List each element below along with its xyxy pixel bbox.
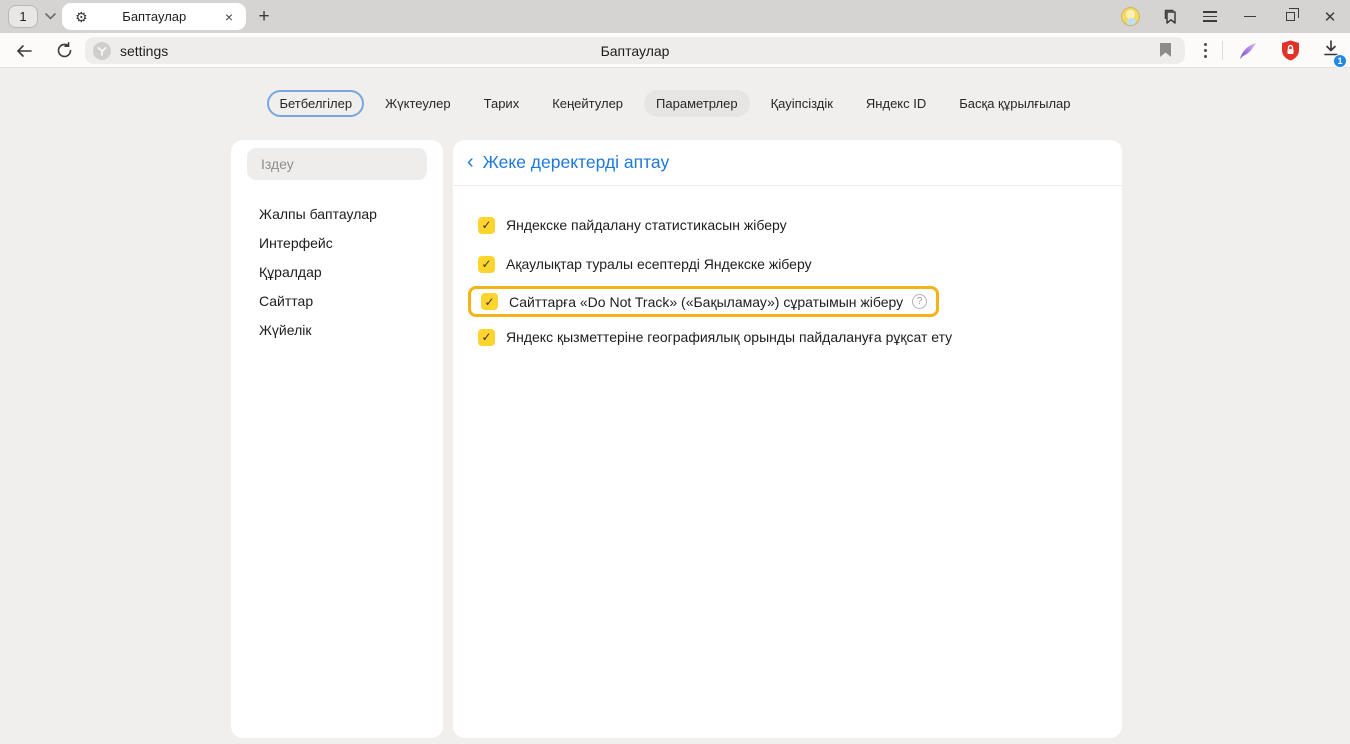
back-button[interactable] — [8, 33, 40, 68]
nav-tab-security[interactable]: Қауіпсіздік — [759, 90, 845, 117]
more-options-button[interactable] — [1191, 33, 1219, 68]
checkbox-usage-stats[interactable]: ✓ — [478, 217, 495, 234]
protect-icon[interactable] — [93, 42, 111, 60]
reload-icon — [56, 42, 73, 59]
sidebar-item-sites[interactable]: Сайттар — [231, 286, 443, 315]
sidebar-list: Жалпы баптаулар Интерфейс Құралдар Сайтт… — [231, 199, 443, 344]
checkbox-row-geolocation: ✓ Яндекс қызметтеріне географиялық орынд… — [453, 323, 1122, 351]
gear-icon: ⚙ — [75, 10, 88, 24]
check-icon: ✓ — [481, 219, 491, 231]
kebab-icon — [1204, 43, 1207, 57]
check-icon: ✓ — [481, 331, 491, 343]
download-badge: 1 — [1333, 54, 1347, 68]
sidebar-item-interface[interactable]: Интерфейс — [231, 228, 443, 257]
tab-title: Баптаулар — [88, 9, 221, 24]
toolbar-divider — [1222, 41, 1223, 60]
nav-tab-history[interactable]: Тарих — [472, 90, 532, 117]
shield-lock-icon — [1281, 40, 1300, 61]
tab-bar: 1 ⚙ Баптаулар × + ✕ — [0, 0, 1350, 33]
checkbox-label: Ақаулықтар туралы есептерді Яндекске жіб… — [506, 256, 812, 272]
reload-button[interactable] — [48, 33, 80, 68]
feather-icon — [1238, 41, 1258, 61]
nav-tab-yandex-id[interactable]: Яндекс ID — [854, 90, 938, 117]
settings-main-panel: ‹ Жеке деректерді аптау ✓ Яндекске пайда… — [453, 140, 1122, 738]
nav-tab-bookmarks[interactable]: Бетбелгілер — [267, 90, 364, 117]
browser-menu-button[interactable] — [1190, 0, 1230, 33]
toolbar: settings Баптаулар 1 — [0, 33, 1350, 68]
settings-nav: Бетбелгілер Жүктеулер Тарих Кеңейтулер П… — [0, 90, 1350, 117]
help-icon[interactable]: ? — [912, 294, 927, 309]
sidebar-item-general[interactable]: Жалпы баптаулар — [231, 199, 443, 228]
restore-icon — [1286, 12, 1295, 21]
url-text: settings — [120, 43, 168, 59]
back-chevron-icon[interactable]: ‹ — [467, 152, 474, 172]
checkbox-row-do-not-track: ✓ Сайттарға «Do Not Track» («Бақыламау»)… — [468, 286, 939, 317]
search-input[interactable] — [247, 148, 427, 180]
downloads-button[interactable]: 1 — [1315, 33, 1347, 68]
checkbox-row-crash-reports: ✓ Ақаулықтар туралы есептерді Яндекске ж… — [453, 250, 1122, 278]
hamburger-icon — [1203, 8, 1217, 25]
restore-button[interactable] — [1270, 0, 1310, 33]
tab-counter-button[interactable]: 1 — [8, 5, 38, 28]
window-close-icon: ✕ — [1324, 8, 1337, 26]
chevron-down-icon — [45, 13, 56, 20]
profile-avatar-button[interactable] — [1110, 0, 1150, 33]
side-panels-button[interactable] — [1150, 0, 1190, 33]
checkbox-label: Яндекске пайдалану статистикасын жіберу — [506, 217, 787, 233]
avatar — [1121, 7, 1140, 26]
extension-feather-button[interactable] — [1233, 33, 1263, 68]
check-icon: ✓ — [481, 258, 491, 270]
address-bar[interactable]: settings Баптаулар — [85, 37, 1185, 64]
check-icon: ✓ — [484, 296, 494, 308]
minimize-icon — [1244, 16, 1256, 18]
checkbox-list: ✓ Яндекске пайдалану статистикасын жібер… — [453, 186, 1122, 351]
nav-tab-other-devices[interactable]: Басқа құрылғылар — [947, 90, 1082, 117]
tab-close-icon[interactable]: × — [221, 10, 237, 24]
page-title: Баптаулар — [85, 43, 1185, 59]
question-glyph: ? — [917, 296, 923, 307]
checkbox-row-usage-stats: ✓ Яндекске пайдалану статистикасын жібер… — [453, 211, 1122, 239]
minimize-button[interactable] — [1230, 0, 1270, 33]
checkbox-label: Сайттарға «Do Not Track» («Бақыламау») с… — [509, 294, 903, 310]
nav-tab-extensions[interactable]: Кеңейтулер — [540, 90, 635, 117]
panels-icon — [1162, 8, 1179, 25]
settings-sidebar: Жалпы баптаулар Интерфейс Құралдар Сайтт… — [231, 140, 443, 738]
section-header: ‹ Жеке деректерді аптау — [453, 140, 1122, 186]
settings-page: Бетбелгілер Жүктеулер Тарих Кеңейтулер П… — [0, 69, 1350, 744]
window-close-button[interactable]: ✕ — [1310, 0, 1350, 33]
yandex-protect-glyph — [97, 46, 107, 56]
browser-tab[interactable]: ⚙ Баптаулар × — [62, 3, 246, 30]
adblock-shield-button[interactable] — [1275, 33, 1305, 68]
checkbox-do-not-track[interactable]: ✓ — [481, 293, 498, 310]
new-tab-button[interactable]: + — [251, 4, 277, 30]
section-heading[interactable]: Жеке деректерді аптау — [483, 152, 670, 173]
bookmark-icon — [1159, 42, 1172, 58]
checkbox-geolocation[interactable]: ✓ — [478, 329, 495, 346]
checkbox-label: Яндекс қызметтеріне географиялық орынды … — [506, 329, 952, 345]
sidebar-item-system[interactable]: Жүйелік — [231, 315, 443, 344]
back-arrow-icon — [16, 44, 33, 58]
nav-tab-settings[interactable]: Параметрлер — [644, 90, 750, 117]
nav-tab-downloads[interactable]: Жүктеулер — [373, 90, 463, 117]
tab-list-chevron-button[interactable] — [38, 0, 62, 33]
sidebar-item-tools[interactable]: Құралдар — [231, 257, 443, 286]
checkbox-crash-reports[interactable]: ✓ — [478, 256, 495, 273]
bookmark-button[interactable] — [1159, 42, 1172, 63]
